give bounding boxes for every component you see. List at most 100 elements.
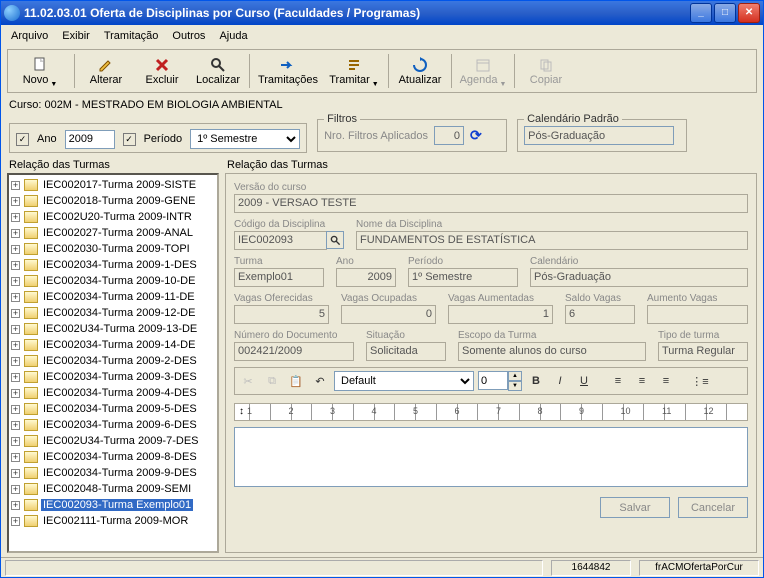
expand-icon[interactable]: + [11,341,20,350]
filtros-refresh-icon[interactable]: ⟳ [470,127,482,144]
size-up-button[interactable]: ▲ [508,371,522,381]
doc-icon [24,499,38,511]
tree-item[interactable]: + IEC002034-Turma 2009-6-DES [9,417,217,433]
expand-icon[interactable]: + [11,261,20,270]
expand-icon[interactable]: + [11,517,20,526]
periodo2-value: 1º Semestre [408,268,518,287]
menu-arquivo[interactable]: Arquivo [5,28,54,44]
tree-item[interactable]: +IEC002U34-Turma 2009-7-DES [9,433,217,449]
expand-icon[interactable]: + [11,405,20,414]
font-select[interactable]: Default [334,371,474,391]
tree-view[interactable]: +IEC002017-Turma 2009-SISTE+IEC002018-Tu… [7,173,219,553]
tree-item[interactable]: +IEC002034-Turma 2009-10-DE [9,273,217,289]
tree-item[interactable]: +IEC002034-Turma 2009-5-DES [9,401,217,417]
close-button[interactable]: ✕ [738,3,760,23]
cancelar-button[interactable]: Cancelar [678,497,748,518]
toolbar-atualizar[interactable]: Atualizar [393,52,447,90]
editor-toolbar: ✂ ⧉ 📋 ↶ Default ▲ ▼ B I U [234,367,748,395]
expand-icon[interactable]: + [11,293,20,302]
doc-icon [24,435,38,447]
toolbar-localizar[interactable]: Localizar [191,52,245,90]
doc-icon [24,275,38,287]
toolbar-tramitar[interactable]: Tramitar▼ [324,52,384,90]
status-bar: 1644842 frACMOfertaPorCur [1,557,763,577]
tree-item[interactable]: +IEC002034-Turma 2009-11-DE [9,289,217,305]
expand-icon[interactable]: + [11,501,20,510]
toolbar-alterar[interactable]: Alterar [79,52,133,90]
tree-item[interactable]: +IEC002034-Turma 2009-2-DES [9,353,217,369]
tree-item[interactable]: +IEC002034-Turma 2009-14-DE [9,337,217,353]
tree-item[interactable]: +IEC002030-Turma 2009-TOPI [9,241,217,257]
tree-item[interactable]: +IEC002034-Turma 2009-12-DE [9,305,217,321]
tree-item[interactable]: +IEC002027-Turma 2009-ANAL [9,225,217,241]
aumento-label: Aumento Vagas [647,293,748,304]
align-center-button[interactable]: ≡ [632,371,652,391]
salvar-button[interactable]: Salvar [600,497,670,518]
menu-exibir[interactable]: Exibir [56,28,96,44]
expand-icon[interactable]: + [11,357,20,366]
expand-icon[interactable]: + [11,277,20,286]
periodo-select[interactable]: 1º Semestre [190,129,300,149]
undo-icon[interactable]: ↶ [310,371,330,391]
expand-icon[interactable]: + [11,389,20,398]
bold-button[interactable]: B [526,371,546,391]
expand-icon[interactable]: + [11,437,20,446]
tree-item[interactable]: +IEC002111-Turma 2009-MOR [9,513,217,529]
expand-icon[interactable]: + [11,197,20,206]
tree-item[interactable]: +IEC002018-Turma 2009-GENE [9,193,217,209]
tree-item[interactable]: +IEC002U34-Turma 2009-13-DE [9,321,217,337]
bullets-button[interactable]: ⋮≡ [690,371,710,391]
menu-ajuda[interactable]: Ajuda [213,28,253,44]
codigo-lookup-button[interactable] [326,231,344,249]
doc-icon [24,403,38,415]
expand-icon[interactable]: + [11,453,20,462]
menu-outros[interactable]: Outros [166,28,211,44]
expand-icon[interactable]: + [11,309,20,318]
align-right-button[interactable]: ≡ [656,371,676,391]
tree-item[interactable]: +IEC002034-Turma 2009-1-DES [9,257,217,273]
tree-item-label: IEC002034-Turma 2009-6-DES [41,419,199,431]
expand-icon[interactable]: + [11,181,20,190]
expand-icon[interactable]: + [11,421,20,430]
minimize-button[interactable]: _ [690,3,712,23]
italic-button[interactable]: I [550,371,570,391]
search-icon [210,57,226,73]
menu-tramitacao[interactable]: Tramitação [98,28,165,44]
tree-item[interactable]: +IEC002034-Turma 2009-9-DES [9,465,217,481]
ano-input[interactable]: 2009 [65,130,115,149]
tree-item[interactable]: +IEC002034-Turma 2009-8-DES [9,449,217,465]
rich-text-area[interactable] [234,427,748,487]
tree-item[interactable]: +IEC002034-Turma 2009-4-DES [9,385,217,401]
underline-button[interactable]: U [574,371,594,391]
expand-icon[interactable]: + [11,213,20,222]
align-left-button[interactable]: ≡ [608,371,628,391]
copy-icon: ⧉ [262,371,282,391]
tree-item[interactable]: + IEC002048-Turma 2009-SEMI [9,481,217,497]
ano-checkbox[interactable]: ✓ [16,133,29,146]
escopo-label: Escopo da Turma [458,330,646,341]
size-down-button[interactable]: ▼ [508,381,522,391]
periodo-checkbox[interactable]: ✓ [123,133,136,146]
tree-item[interactable]: +IEC002017-Turma 2009-SISTE [9,177,217,193]
toolbar-tramitacoes[interactable]: Tramitações [254,52,322,90]
doc-icon [24,179,38,191]
maximize-button[interactable]: □ [714,3,736,23]
tree-item-label: IEC002U20-Turma 2009-INTR [41,211,194,223]
toolbar-excluir[interactable]: Excluir [135,52,189,90]
font-size-input[interactable] [478,371,508,390]
expand-icon[interactable]: + [11,485,20,494]
tramitar-icon [346,57,362,73]
expand-icon[interactable]: + [11,245,20,254]
expand-icon[interactable]: + [11,229,20,238]
expand-icon[interactable]: + [11,469,20,478]
expand-icon[interactable]: + [11,325,20,334]
tree-item-label: IEC002048-Turma 2009-SEMI [41,483,193,495]
expand-icon[interactable]: + [11,373,20,382]
tree-item[interactable]: +IEC002093-Turma Exemplo01 [9,497,217,513]
ruler[interactable]: ↕ 12 34 56 78 910 1112 [234,403,748,421]
tree-item[interactable]: +IEC002034-Turma 2009-3-DES [9,369,217,385]
tipo-label: Tipo de turma [658,330,748,341]
turma-label: Turma [234,256,324,267]
toolbar-novo[interactable]: Novo▼ [10,52,70,90]
tree-item[interactable]: + IEC002U20-Turma 2009-INTR [9,209,217,225]
